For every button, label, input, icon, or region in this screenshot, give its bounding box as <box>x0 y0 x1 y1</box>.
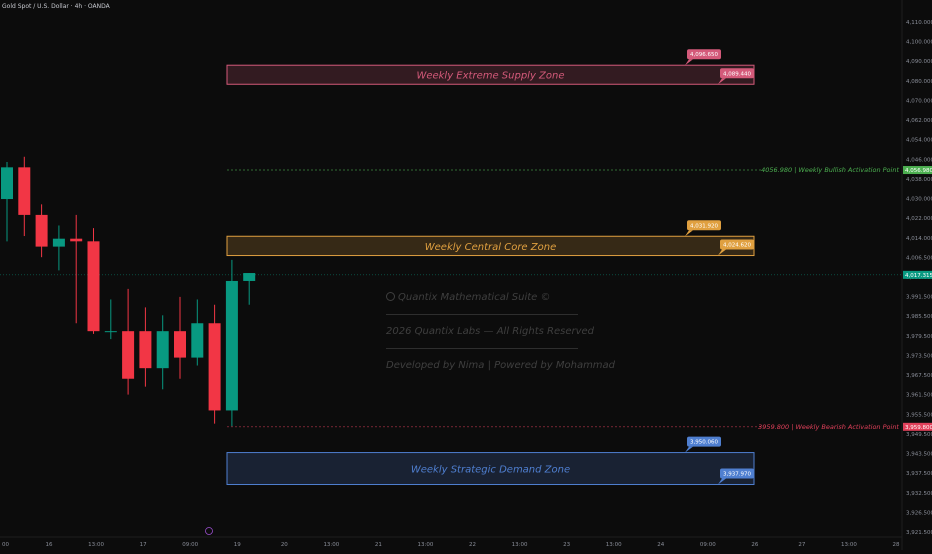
activation-level-label: 3959.800 | Weekly Bearish Activation Poi… <box>758 423 899 431</box>
watermark-divider-2 <box>386 348 578 349</box>
x-tick-label: 13:00 <box>323 542 339 548</box>
x-tick-label: 13:00 <box>606 542 622 548</box>
x-tick-label: 09:00 <box>182 542 198 548</box>
x-tick-label: 23 <box>563 542 570 548</box>
candle-body <box>87 241 100 332</box>
zone-bottom-value: 4,024.620 <box>723 243 751 249</box>
x-tick-label: 09:00 <box>700 542 716 548</box>
y-tick-label: 3,921.500 <box>906 530 932 536</box>
x-tick-label: 13:00 <box>841 542 857 548</box>
x-tick-label: 13:00 <box>88 542 104 548</box>
zone-top-tag-pointer <box>685 230 693 237</box>
x-tick-label: 13:00 <box>512 542 528 548</box>
zone-label: Weekly Extreme Supply Zone <box>416 71 564 82</box>
y-tick-label: 3,932.500 <box>906 491 932 497</box>
x-tick-label: 21 <box>375 542 382 548</box>
candle-body <box>156 331 169 369</box>
activation-level-label: 4056.980 | Weekly Bullish Activation Poi… <box>761 166 899 174</box>
candle-body <box>1 167 13 200</box>
y-tick-label: 4,062.000 <box>906 118 932 124</box>
watermark-brand: Quantix Mathematical Suite © <box>386 292 551 303</box>
y-tick-label: 4,070.000 <box>906 98 932 104</box>
x-tick-label: 13:00 <box>418 542 434 548</box>
candle-body <box>18 167 31 215</box>
x-tick-label: 16 <box>46 542 53 548</box>
watermark-copyright: 2026 Quantix Labs — All Rights Reserved <box>386 326 595 337</box>
y-tick-label: 4,046.000 <box>906 157 932 163</box>
y-tick-label: 3,967.500 <box>906 373 932 379</box>
y-tick-label: 3,955.500 <box>906 412 932 418</box>
y-tick-label: 3,943.500 <box>906 452 932 458</box>
zone-label: Weekly Strategic Demand Zone <box>411 465 570 476</box>
symbol-title[interactable]: Gold Spot / U.S. Dollar · 4h · OANDA <box>2 3 110 10</box>
watermark-brand-text: Quantix Mathematical Suite © <box>398 292 551 303</box>
y-tick-label: 4,054.000 <box>906 138 932 144</box>
y-tick-label: 3,949.500 <box>906 432 932 438</box>
candle-body <box>191 323 204 358</box>
y-tick-label: 4,100.000 <box>906 40 932 46</box>
candle-body <box>70 238 83 242</box>
zone-bottom-value: 4,089.440 <box>723 71 751 77</box>
price-chart[interactable]: 4,110.000 4,100.000 4,090.000 4,080.000 4,07… <box>0 0 932 550</box>
zone-top-value: 4,031.920 <box>690 223 718 229</box>
x-tick-label: 22 <box>469 542 476 548</box>
x-tick-label: 28 <box>893 542 900 548</box>
y-tick-label: 3,991.500 <box>906 295 932 301</box>
x-tick-label: 27 <box>798 542 805 548</box>
activation-level-tag-value: 4,056.980 <box>905 168 932 174</box>
globe-icon <box>386 292 395 301</box>
candle-body <box>122 331 135 379</box>
zone-bottom-value: 3,937.970 <box>723 472 751 478</box>
y-tick-label: 4,090.000 <box>906 59 932 65</box>
current-price-label: 4,017.315 <box>905 273 932 279</box>
y-tick-label: 3,926.500 <box>906 510 932 516</box>
zone-top-tag-pointer <box>685 446 693 453</box>
x-tick-label: 00 <box>2 542 9 548</box>
y-tick-label: 3,985.500 <box>906 314 932 320</box>
event-marker-icon[interactable] <box>205 527 213 535</box>
x-tick-label: 19 <box>234 542 241 548</box>
y-tick-label: 4,110.000 <box>906 20 932 26</box>
candle-body <box>174 331 186 358</box>
y-tick-label: 4,080.000 <box>906 79 932 85</box>
chart-area[interactable]: 4,110.000 4,100.000 4,090.000 4,080.000 4,07… <box>0 0 932 550</box>
candle-body <box>139 331 152 369</box>
zone-top-value: 3,950.060 <box>690 440 718 446</box>
candle-body <box>243 273 256 281</box>
y-tick-label: 4,022.000 <box>906 216 932 222</box>
y-tick-label: 4,030.000 <box>906 197 932 203</box>
y-tick-label: 3,973.500 <box>906 353 932 359</box>
x-tick-label: 20 <box>281 542 288 548</box>
zone-top-tag-pointer <box>685 59 693 66</box>
candle-body <box>35 214 48 247</box>
x-tick-label: 24 <box>657 542 664 548</box>
watermark-credits: Developed by Nima | Powered by Mohammad <box>386 360 616 371</box>
candle-body <box>225 280 238 411</box>
zone-top-value: 4,096.650 <box>690 52 718 58</box>
candle-body <box>52 238 65 247</box>
y-tick-label: 4,006.500 <box>906 255 932 261</box>
x-tick-label: 26 <box>751 542 758 548</box>
y-tick-label: 3,979.500 <box>906 334 932 340</box>
zone-label: Weekly Central Core Zone <box>425 242 556 253</box>
watermark-divider-1 <box>386 314 578 315</box>
y-tick-label: 4,038.000 <box>906 177 932 183</box>
candle-body <box>104 331 117 333</box>
candle-body <box>208 323 221 411</box>
y-tick-label: 3,937.500 <box>906 471 932 477</box>
x-tick-label: 17 <box>140 542 147 548</box>
y-tick-label: 4,014.000 <box>906 236 932 242</box>
y-tick-label: 3,961.500 <box>906 393 932 399</box>
activation-level-tag-value: 3,959.800 <box>905 425 932 431</box>
